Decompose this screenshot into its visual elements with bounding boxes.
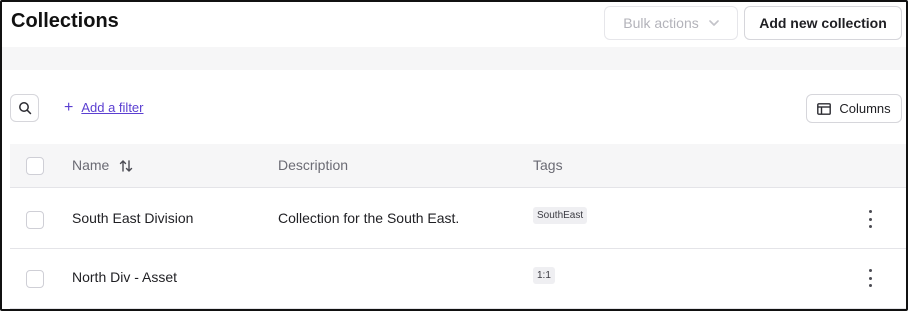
search-button[interactable]: [10, 94, 39, 122]
row-checkbox[interactable]: [26, 270, 44, 288]
more-vertical-icon[interactable]: [862, 269, 878, 287]
search-icon: [18, 102, 31, 115]
add-new-collection-button[interactable]: Add new collection: [744, 6, 902, 40]
chevron-down-icon: [708, 20, 719, 26]
collection-name[interactable]: North Div - Asset: [72, 269, 177, 285]
tag-badge: 1:1: [533, 267, 555, 284]
columns-label: Columns: [839, 101, 891, 116]
page-title: Collections: [11, 10, 119, 32]
add-filter-link[interactable]: + Add a filter: [64, 98, 144, 116]
row-checkbox[interactable]: [26, 211, 44, 229]
table-row[interactable]: South East Division Collection for the S…: [10, 189, 906, 249]
header-band: [2, 47, 906, 70]
app-window: Collections Bulk actions Add new collect…: [0, 0, 908, 311]
collection-name[interactable]: South East Division: [72, 210, 193, 226]
tag-badge: SouthEast: [533, 207, 588, 224]
columns-button[interactable]: Columns: [806, 94, 902, 123]
select-all-checkbox[interactable]: [26, 157, 44, 175]
column-header-name[interactable]: Name: [72, 157, 133, 173]
more-vertical-icon[interactable]: [862, 210, 878, 228]
column-header-tags: Tags: [533, 157, 563, 173]
add-filter-label: Add a filter: [81, 100, 144, 115]
table-columns-icon: [817, 102, 832, 115]
column-header-description: Description: [278, 157, 349, 173]
toolbar: + Add a filter Columns: [2, 70, 906, 146]
page-header: Collections Bulk actions Add new collect…: [2, 2, 906, 70]
collection-description: Collection for the South East.: [278, 210, 460, 226]
sort-icon[interactable]: [119, 159, 133, 173]
plus-icon: +: [64, 98, 74, 116]
bulk-actions-button[interactable]: Bulk actions: [604, 6, 738, 40]
column-header-name-label: Name: [72, 157, 110, 173]
bulk-actions-label: Bulk actions: [623, 15, 699, 31]
table-row[interactable]: North Div - Asset 1:1: [10, 249, 906, 309]
table-header: Name Description Tags: [10, 144, 906, 188]
